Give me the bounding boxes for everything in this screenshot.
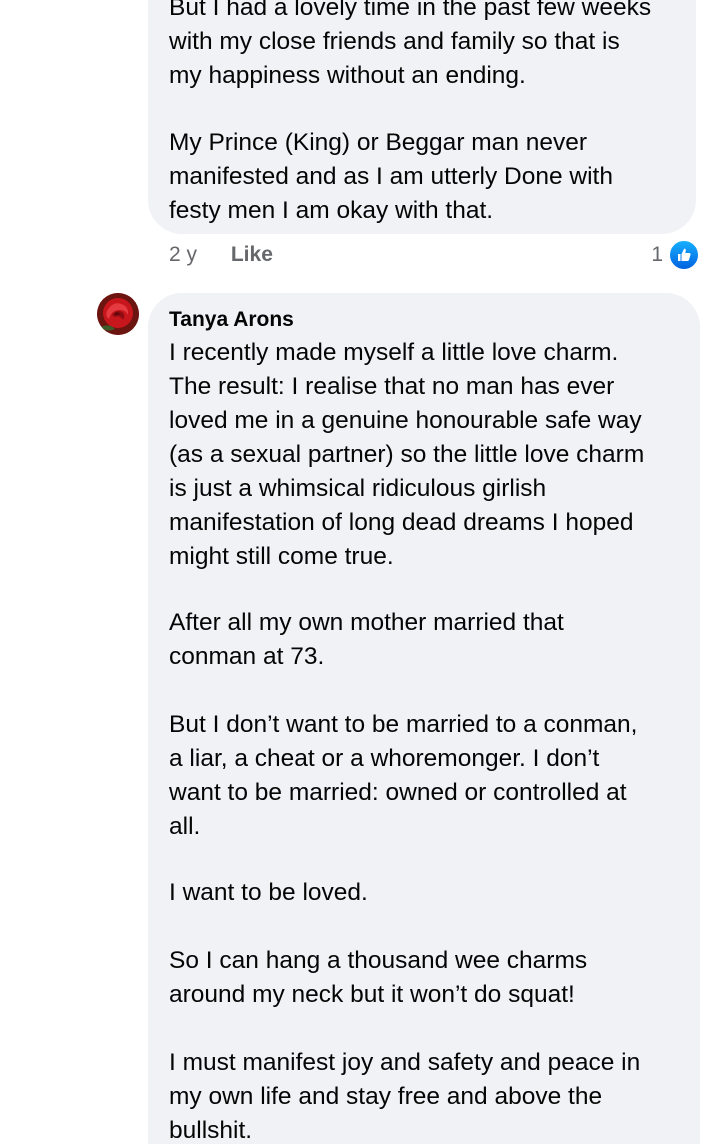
comment-timestamp[interactable]: 2 y xyxy=(169,243,197,266)
comment-paragraph: I must manifest joy and safety and peace… xyxy=(169,1046,640,1144)
comment-text-line: my own life and stay free and above the xyxy=(169,1083,603,1110)
comment-actions: 2 y Like xyxy=(169,241,273,269)
comment-text-line: around my neck but it won’t do squat! xyxy=(169,981,575,1008)
comment-text-line: So I can hang a thousand wee charms xyxy=(169,947,588,974)
comment-text-line: festy men I am okay with that. xyxy=(169,197,494,224)
comment-text-line: a liar, a cheat or a whoremonger. I don’… xyxy=(169,745,600,772)
comment-paragraph: But I don’t want to be married to a conm… xyxy=(169,708,637,844)
comment-text-line: But I don’t want to be married to a conm… xyxy=(169,711,638,738)
comment-paragraph: My Prince (King) or Beggar man never man… xyxy=(169,126,613,228)
comment-paragraph: But I had a lovely time in the past few … xyxy=(169,0,651,93)
comment-text-line: manifestation of long dead dreams I hope… xyxy=(169,509,634,536)
comment-text-line: (as a sexual partner) so the little love… xyxy=(169,441,645,468)
reaction-count: 1 xyxy=(651,243,663,266)
comment-text-line: After all my own mother married that xyxy=(169,609,564,636)
comment-text-line: is just a whimsical ridiculous girlish xyxy=(169,475,547,502)
comment-text-line: my happiness without an ending. xyxy=(169,62,526,89)
avatar[interactable] xyxy=(97,293,139,335)
reaction-summary[interactable]: 1 xyxy=(651,239,700,271)
comment-text-line: want to be married: owned or controlled … xyxy=(169,779,627,806)
comment-text-line: might still come true. xyxy=(169,543,394,570)
comment-text-line: loved me in a genuine honourable safe wa… xyxy=(169,407,642,434)
comment-text-line: I must manifest joy and safety and peace… xyxy=(169,1049,641,1076)
comment-paragraph: I want to be loved. xyxy=(169,876,368,910)
thumbs-up-icon xyxy=(668,239,700,271)
comment-paragraph: I recently made myself a little love cha… xyxy=(169,336,644,574)
comment-paragraph: After all my own mother married that con… xyxy=(169,606,564,674)
comment-text-line: My Prince (King) or Beggar man never xyxy=(169,129,588,156)
comment-text-line: I recently made myself a little love cha… xyxy=(169,339,619,366)
comments-screen: But I had a lovely time in the past few … xyxy=(0,0,720,1144)
comment-paragraph: So I can hang a thousand wee charms arou… xyxy=(169,944,587,1012)
comment-text-line: bullshit. xyxy=(169,1117,253,1144)
comment-author[interactable]: Tanya Arons xyxy=(169,306,294,334)
comment-text-line: all. xyxy=(169,813,201,840)
comment-text-line: conman at 73. xyxy=(169,643,325,670)
comment-text-line: I want to be loved. xyxy=(169,879,368,906)
comment-text-line: with my close friends and family so that… xyxy=(169,28,620,55)
comment-text-line: But I had a lovely time in the past few … xyxy=(169,0,652,21)
comment-text-line: The result: I realise that no man has ev… xyxy=(169,373,615,400)
like-button[interactable]: Like xyxy=(231,243,273,266)
comment-text-line: manifested and as I am utterly Done with xyxy=(169,163,613,190)
